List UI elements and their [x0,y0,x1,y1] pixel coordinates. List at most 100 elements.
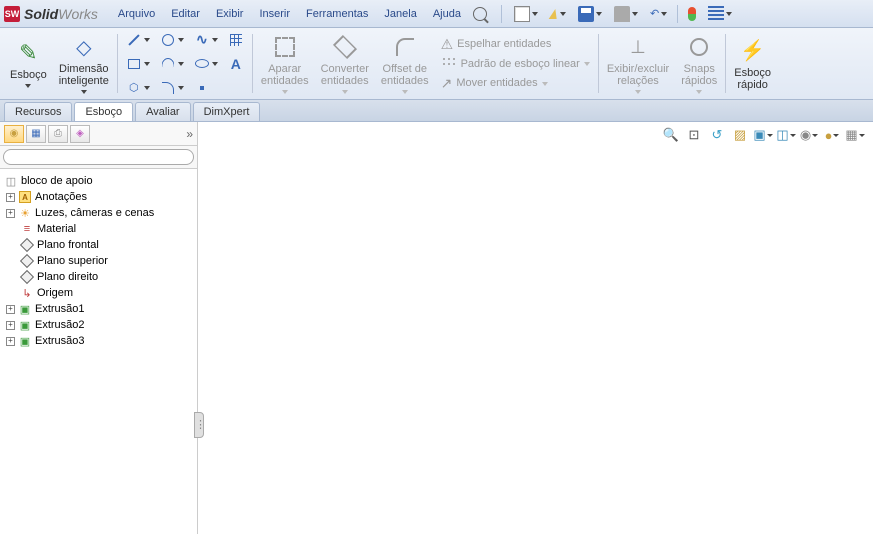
dimxpert-tab[interactable]: ◈ [70,125,90,143]
titlebar: SW SolidWorks Arquivo Editar Exibir Inse… [0,0,873,28]
expand-icon[interactable]: + [6,305,15,314]
tree-node[interactable]: Plano superior [2,253,195,269]
tree-node[interactable]: +▣Extrusão1 [2,301,195,317]
convert-icon [333,35,357,59]
dropdown-icon [81,90,87,94]
tree-node[interactable]: Plano direito [2,269,195,285]
offset-icon [396,38,414,56]
relations-label: Exibir/excluir relações [607,63,669,87]
snaps-label: Snaps rápidos [681,63,717,87]
menu-exibir[interactable]: Exibir [208,4,252,24]
dropdown-icon [282,90,288,94]
menu-ajuda[interactable]: Ajuda [425,4,469,24]
ellipse-icon [195,59,209,68]
anno-icon: A [18,190,32,204]
graphics-viewport[interactable]: 🔍 ⊡ ↺ ▨ ▣ ◫ ◉ ● ▦ [198,122,873,534]
display-style-button[interactable]: ◫ [776,126,796,144]
menu-inserir[interactable]: Inserir [251,4,298,24]
menu-janela[interactable]: Janela [376,4,424,24]
point-tool-button[interactable] [192,78,220,98]
zoom-area-button[interactable]: ⊡ [684,126,704,144]
qat-undo-button[interactable]: ↶ [646,5,671,22]
rectangle-icon [128,59,140,69]
expand-icon[interactable]: + [6,209,15,218]
tree-node[interactable]: +☀Luzes, câmeras e cenas [2,205,195,221]
tree-node[interactable]: Plano frontal [2,237,195,253]
app-title-bold: Solid [24,6,58,22]
sidebar-tabs: ◉ ▦ ⎙ ◈ » [0,122,197,146]
arc-tool-button[interactable] [158,54,186,74]
line-tool-button[interactable] [124,30,152,50]
move-entities-button[interactable]: ↗Mover entidades [441,75,590,92]
qat-rebuild-button[interactable] [684,5,700,23]
expand-icon[interactable]: + [6,321,15,330]
tree-node[interactable]: +▣Extrusão3 [2,333,195,349]
ribbon-offset-button[interactable]: Offset de entidades [375,30,435,97]
tree-node-label: Extrusão3 [35,335,85,347]
expand-icon[interactable]: + [6,193,15,202]
dropdown-icon [532,12,538,16]
qat-print-button[interactable] [610,4,642,24]
ribbon-trim-button[interactable]: Aparar entidades [255,30,315,97]
zoom-fit-button[interactable]: 🔍 [661,126,681,144]
tree-node[interactable]: +▣Extrusão2 [2,317,195,333]
offset-label: Offset de entidades [381,63,429,87]
command-tabs: Recursos Esboço Avaliar DimXpert [0,100,873,122]
ribbon-convert-button[interactable]: Converter entidades [315,30,375,97]
menu-ferramentas[interactable]: Ferramentas [298,4,376,24]
plane-icon [20,270,34,284]
qat-save-button[interactable] [574,4,606,24]
ribbon-smart-dimension-button[interactable]: ◇ Dimensão inteligente [53,30,115,97]
qat-open-button[interactable] [546,7,570,21]
tree-node-label: Extrusão1 [35,303,85,315]
ribbon-quick-sketch-button[interactable]: ⚡ Esboço rápido [728,30,777,97]
section-view-button[interactable]: ▨ [730,126,750,144]
fillet-tool-button[interactable] [158,78,186,98]
separator [598,34,599,93]
qat-options-button[interactable] [704,4,736,24]
options-icon [708,6,724,22]
qat-new-button[interactable] [510,4,542,24]
ribbon-snaps-button[interactable]: Snaps rápidos [675,30,723,97]
filter-input[interactable] [3,149,194,165]
expand-icon[interactable]: + [6,337,15,346]
text-tool-button[interactable]: A [226,54,246,74]
tree-root[interactable]: ◫ bloco de apoio [2,173,195,189]
tab-dimxpert[interactable]: DimXpert [193,102,261,121]
tab-esboco[interactable]: Esboço [74,102,133,121]
tab-recursos[interactable]: Recursos [4,102,72,121]
tree-node[interactable]: +AAnotações [2,189,195,205]
polygon-tool-button[interactable]: ⬡ [124,78,152,98]
hide-show-button[interactable]: ◉ [799,126,819,144]
ribbon-relations-button[interactable]: ⊥ Exibir/excluir relações [601,30,675,97]
tree-node[interactable]: ↳Origem [2,285,195,301]
arc-icon [159,55,176,72]
splitter-handle[interactable] [194,412,204,438]
tab-avaliar[interactable]: Avaliar [135,102,190,121]
grid-tool-button[interactable] [226,30,246,50]
ribbon-sketch-button[interactable]: ✎ Esboço [4,30,53,97]
menu-arquivo[interactable]: Arquivo [110,4,163,24]
view-orientation-button[interactable]: ▣ [753,126,773,144]
collapse-icon[interactable]: » [186,127,193,141]
rectangle-tool-button[interactable] [124,54,152,74]
ellipse-tool-button[interactable] [192,54,220,74]
pattern-label: Padrão de esboço linear [461,58,580,70]
search-icon[interactable] [473,7,487,21]
menu-editar[interactable]: Editar [163,4,208,24]
point-icon [200,86,204,90]
tree-node[interactable]: ≡Material [2,221,195,237]
dropdown-icon [178,62,184,66]
feature-tree-tab[interactable]: ◉ [4,125,24,143]
property-manager-tab[interactable]: ▦ [26,125,46,143]
appearance-button[interactable]: ● [822,126,842,144]
scene-button[interactable]: ▦ [845,126,865,144]
open-icon [549,9,560,19]
dropdown-icon [726,12,732,16]
mirror-entities-button[interactable]: ⚠Espelhar entidades [441,36,590,53]
circle-tool-button[interactable] [158,30,186,50]
configuration-tab[interactable]: ⎙ [48,125,68,143]
linear-pattern-button[interactable]: Padrão de esboço linear [441,56,590,72]
spline-tool-button[interactable]: ∿ [192,30,220,50]
previous-view-button[interactable]: ↺ [707,126,727,144]
